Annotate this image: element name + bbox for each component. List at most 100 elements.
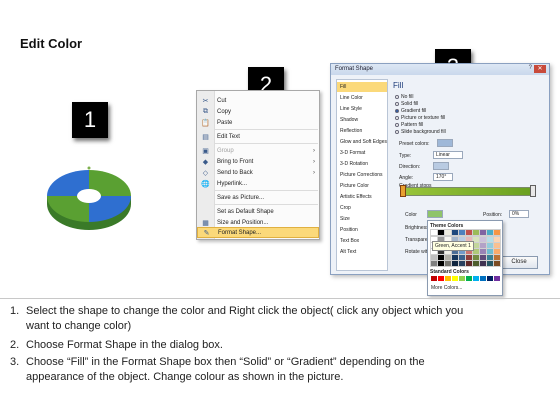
theme-color-swatch[interactable] — [437, 260, 445, 267]
theme-color-swatch[interactable] — [479, 229, 487, 236]
theme-color-swatch[interactable] — [430, 229, 438, 236]
theme-color-swatch[interactable] — [479, 260, 487, 267]
theme-color-swatch[interactable] — [472, 236, 480, 243]
theme-color-swatch[interactable] — [493, 236, 501, 243]
radio-picture-fill[interactable]: Picture or texture fill — [395, 115, 445, 121]
standard-color-swatch[interactable] — [480, 276, 486, 281]
standard-color-swatch[interactable] — [494, 276, 500, 281]
theme-color-swatch[interactable] — [444, 254, 452, 261]
menu-item-bring-to-front[interactable]: ◆ Bring to Front › — [197, 156, 319, 167]
theme-color-swatch[interactable] — [479, 248, 487, 255]
theme-color-swatch[interactable] — [486, 229, 494, 236]
theme-color-swatch[interactable] — [479, 254, 487, 261]
direction-dropdown[interactable] — [433, 162, 449, 170]
theme-color-swatch[interactable] — [493, 260, 501, 267]
menu-item-paste[interactable]: 📋 Paste — [197, 117, 319, 128]
theme-color-swatch[interactable] — [486, 242, 494, 249]
theme-color-swatch[interactable] — [430, 254, 438, 261]
menu-item-send-to-back[interactable]: ◇ Send to Back › — [197, 167, 319, 178]
theme-color-swatch[interactable] — [437, 229, 445, 236]
help-icon[interactable]: ? — [529, 65, 532, 71]
angle-input[interactable]: 170° — [433, 173, 453, 181]
theme-color-swatch[interactable] — [451, 260, 459, 267]
menu-item-set-default-shape[interactable]: Set as Default Shape — [197, 206, 319, 217]
standard-color-swatch[interactable] — [473, 276, 479, 281]
theme-color-swatch[interactable] — [479, 236, 487, 243]
category-shadow[interactable]: Shadow — [337, 115, 387, 125]
standard-color-swatch[interactable] — [466, 276, 472, 281]
category-crop[interactable]: Crop — [337, 203, 387, 213]
radio-slide-background-fill[interactable]: Slide background fill — [395, 129, 446, 135]
theme-color-swatch[interactable] — [444, 260, 452, 267]
theme-color-swatch[interactable] — [493, 254, 501, 261]
type-dropdown[interactable]: Linear — [433, 151, 463, 159]
radio-pattern-fill[interactable]: Pattern fill — [395, 122, 423, 128]
menu-item-format-shape[interactable]: ✎ Format Shape... — [197, 227, 319, 238]
menu-item-save-as-picture[interactable]: Save as Picture... — [197, 192, 319, 203]
standard-color-swatch[interactable] — [459, 276, 465, 281]
theme-color-swatch[interactable] — [472, 229, 480, 236]
radio-gradient-fill[interactable]: Gradient fill — [395, 108, 426, 114]
theme-color-swatch[interactable] — [472, 248, 480, 255]
menu-item-group[interactable]: ▣ Group › — [197, 145, 319, 156]
radio-no-fill[interactable]: No fill — [395, 94, 414, 100]
category-line-color[interactable]: Line Color — [337, 93, 387, 103]
menu-item-copy[interactable]: ⧉ Copy — [197, 106, 319, 117]
category-line-style[interactable]: Line Style — [337, 104, 387, 114]
menu-item-edit-text[interactable]: ▤ Edit Text — [197, 131, 319, 142]
standard-color-swatch[interactable] — [452, 276, 458, 281]
category-picture-corrections[interactable]: Picture Corrections — [337, 170, 387, 180]
preset-colors-dropdown[interactable] — [437, 139, 453, 147]
radio-solid-fill[interactable]: Solid fill — [395, 101, 418, 107]
category-artistic-effects[interactable]: Artistic Effects — [337, 192, 387, 202]
theme-color-swatch[interactable] — [486, 236, 494, 243]
donut-shape[interactable] — [44, 166, 134, 236]
standard-color-swatch[interactable] — [445, 276, 451, 281]
menu-item-hyperlink[interactable]: 🌐 Hyperlink... — [197, 178, 319, 189]
category-position[interactable]: Position — [337, 225, 387, 235]
gradient-stop-left[interactable] — [400, 185, 406, 197]
close-icon[interactable]: ✕ — [534, 65, 546, 73]
theme-colors-header: Theme Colors — [430, 223, 464, 229]
category-size[interactable]: Size — [337, 214, 387, 224]
theme-color-swatch[interactable] — [465, 229, 473, 236]
standard-color-swatch[interactable] — [487, 276, 493, 281]
category-3d-format[interactable]: 3-D Format — [337, 148, 387, 158]
theme-color-swatch[interactable] — [437, 254, 445, 261]
gradient-stop-right[interactable] — [530, 185, 536, 197]
category-alt-text[interactable]: Alt Text — [337, 247, 387, 257]
theme-color-swatch[interactable] — [458, 260, 466, 267]
category-3d-rotation[interactable]: 3-D Rotation — [337, 159, 387, 169]
theme-color-swatch[interactable] — [493, 242, 501, 249]
theme-color-swatch[interactable] — [472, 260, 480, 267]
color-dropdown[interactable] — [427, 210, 443, 218]
category-glow[interactable]: Glow and Soft Edges — [337, 137, 387, 147]
theme-color-swatch[interactable] — [465, 254, 473, 261]
category-picture-color[interactable]: Picture Color — [337, 181, 387, 191]
theme-color-swatch[interactable] — [451, 254, 459, 261]
gradient-bar[interactable] — [403, 187, 533, 196]
theme-color-swatch[interactable] — [472, 254, 480, 261]
category-reflection[interactable]: Reflection — [337, 126, 387, 136]
theme-color-swatch[interactable] — [430, 260, 438, 267]
theme-color-swatch[interactable] — [472, 242, 480, 249]
theme-color-swatch[interactable] — [458, 254, 466, 261]
theme-color-swatch[interactable] — [486, 260, 494, 267]
theme-color-swatch[interactable] — [451, 229, 459, 236]
category-text-box[interactable]: Text Box — [337, 236, 387, 246]
more-colors-link[interactable]: More Colors... — [431, 285, 462, 291]
standard-color-swatch[interactable] — [438, 276, 444, 281]
theme-color-swatch[interactable] — [486, 248, 494, 255]
theme-color-swatch[interactable] — [465, 260, 473, 267]
theme-color-swatch[interactable] — [493, 229, 501, 236]
standard-color-swatch[interactable] — [431, 276, 437, 281]
theme-color-swatch[interactable] — [444, 229, 452, 236]
menu-item-cut[interactable]: ✂ Cut — [197, 95, 319, 106]
theme-color-swatch[interactable] — [486, 254, 494, 261]
category-fill[interactable]: Fill — [337, 82, 387, 92]
position-input[interactable]: 0% — [509, 210, 529, 218]
theme-color-swatch[interactable] — [458, 229, 466, 236]
theme-color-swatch[interactable] — [479, 242, 487, 249]
theme-color-swatch[interactable] — [493, 248, 501, 255]
close-button[interactable]: Close — [500, 256, 538, 269]
